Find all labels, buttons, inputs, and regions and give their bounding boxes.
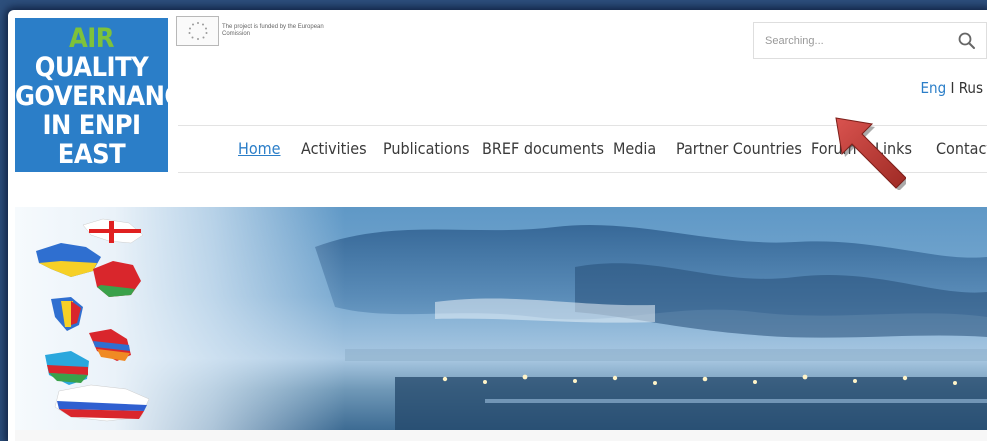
- search-box[interactable]: [753, 22, 987, 59]
- lang-eng-link[interactable]: Eng: [921, 79, 947, 97]
- eu-flag-icon: [176, 16, 219, 46]
- logo-line4: COUNTRIES: [15, 168, 168, 199]
- content-strip: [15, 430, 987, 441]
- nav-activities[interactable]: Activities: [301, 139, 367, 158]
- language-switcher: Eng I Rus: [921, 79, 984, 97]
- site-logo[interactable]: AIR QUALITY GOVERNANCE IN ENPI EAST COUN…: [15, 18, 198, 198]
- red-arrow-pointer-icon: [835, 117, 906, 190]
- nav-publications[interactable]: Publications: [383, 139, 469, 158]
- page-frame: AIR QUALITY GOVERNANCE IN ENPI EAST COUN…: [8, 10, 987, 441]
- logo-line3: IN ENPI EAST: [42, 110, 141, 170]
- nav-home[interactable]: Home: [238, 139, 281, 158]
- logo-line2: GOVERNANCE: [15, 81, 198, 112]
- hero-banner: [15, 207, 987, 430]
- nav-contact[interactable]: Contact: [936, 139, 987, 158]
- nav-partner-countries[interactable]: Partner Countries: [676, 139, 802, 158]
- partner-countries-map-icon: [36, 218, 150, 422]
- logo-line1: QUALITY: [34, 52, 149, 83]
- nav-media[interactable]: Media: [613, 139, 656, 158]
- lang-separator: I: [946, 79, 959, 97]
- lang-rus-link[interactable]: Rus: [959, 79, 983, 97]
- eu-funding-notice: The project is funded by the European Co…: [222, 24, 324, 37]
- logo-accent: AIR: [68, 23, 115, 54]
- search-input[interactable]: [754, 23, 948, 58]
- search-icon[interactable]: [948, 23, 986, 58]
- nav-bref-documents[interactable]: BREF documents: [482, 139, 604, 158]
